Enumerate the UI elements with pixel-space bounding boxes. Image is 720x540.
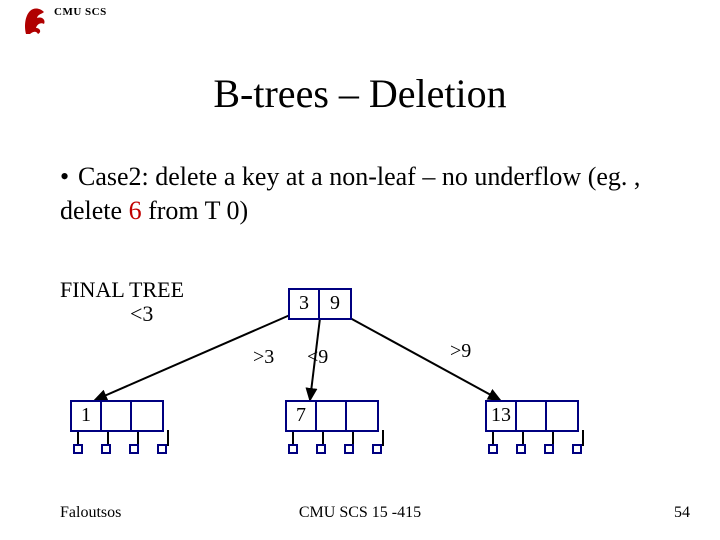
- ptr-box: [129, 444, 139, 454]
- ptr-box: [157, 444, 167, 454]
- ptr-box: [372, 444, 382, 454]
- root-node: 3 9: [288, 288, 352, 320]
- slide-title: B-trees – Deletion: [0, 70, 720, 117]
- header-org: CMU SCS: [54, 6, 107, 18]
- leaf-left-ptrs: [73, 444, 167, 454]
- leaf-mid-ptrs: [288, 444, 382, 454]
- edge-label-gt9: >9: [450, 340, 471, 363]
- final-tree-label: FINAL TREE <3: [60, 278, 184, 326]
- leaf-left: 1: [70, 400, 164, 432]
- scotty-logo-icon: [22, 6, 48, 36]
- root-key-2: 9: [320, 290, 350, 318]
- ptr-box: [488, 444, 498, 454]
- bullet-dot-icon: •: [60, 160, 78, 194]
- leaf-left-key: 1: [72, 402, 102, 430]
- leaf-mid: 7: [285, 400, 379, 432]
- leaf-right-ptrs: [488, 444, 582, 454]
- ptr-box: [516, 444, 526, 454]
- ptr-box: [73, 444, 83, 454]
- edge-label-gt3: >3: [253, 346, 274, 369]
- ptr-box: [544, 444, 554, 454]
- leaf-right: 13: [485, 400, 579, 432]
- ptr-box: [344, 444, 354, 454]
- edge-label-lt3: <3: [60, 302, 184, 326]
- edge-label-lt9: <9: [307, 346, 328, 369]
- ptr-box: [572, 444, 582, 454]
- leaf-right-key: 13: [487, 402, 517, 430]
- highlight-key: 6: [129, 196, 142, 225]
- ptr-box: [101, 444, 111, 454]
- root-key-1: 3: [290, 290, 320, 318]
- footer-course: CMU SCS 15 -415: [0, 504, 720, 522]
- leaf-mid-key: 7: [287, 402, 317, 430]
- footer-page: 54: [674, 504, 690, 522]
- ptr-box: [288, 444, 298, 454]
- ptr-box: [316, 444, 326, 454]
- bullet-text: •Case2: delete a key at a non-leaf – no …: [60, 160, 660, 228]
- slide-header: CMU SCS: [22, 6, 107, 36]
